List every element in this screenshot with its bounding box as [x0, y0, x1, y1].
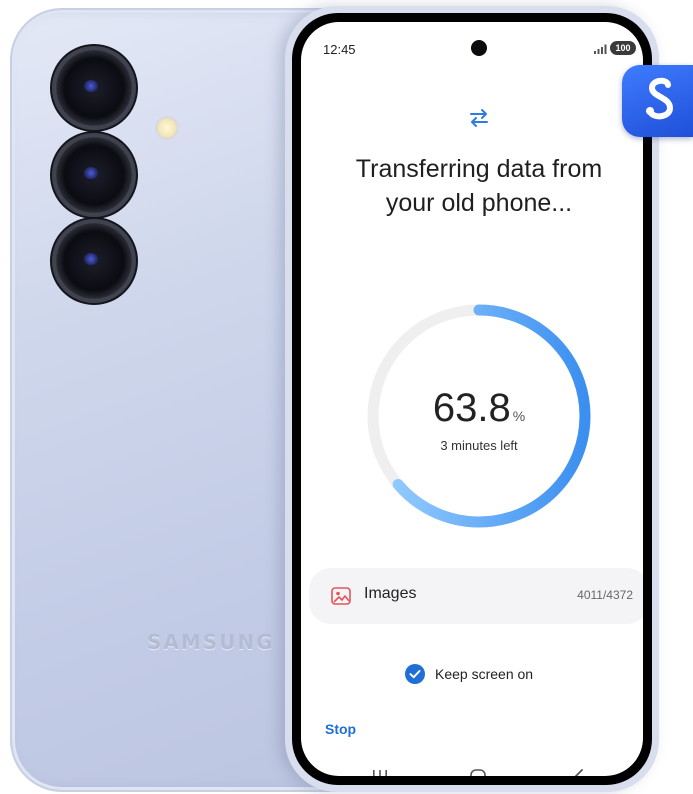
smart-switch-app-icon[interactable] [622, 65, 693, 137]
percent-value: 63.8 [432, 386, 511, 430]
percent-sign: % [512, 408, 526, 424]
title-line: your old phone... [385, 189, 573, 217]
navigation-bar [301, 762, 643, 776]
checkmark-icon[interactable] [405, 664, 425, 684]
time-left: 3 minutes left [440, 438, 518, 453]
status-time: 12:45 [323, 42, 356, 57]
current-item-card: Images 4011/4372 [309, 568, 643, 624]
progress-percent: 63.8% [301, 386, 643, 431]
title-line: Transferring data from [355, 155, 603, 183]
smart-switch-glyph-icon [646, 77, 674, 120]
signal-icon [594, 44, 607, 54]
bezel: 12:45 100 Transferring data from your ol… [292, 13, 652, 785]
front-camera [471, 40, 487, 56]
transfer-arrows-icon [470, 109, 488, 127]
battery-icon: 100 [610, 41, 636, 55]
home-icon[interactable] [469, 768, 487, 776]
back-icon[interactable] [571, 768, 587, 776]
item-label: Images [364, 585, 417, 602]
phone-front: 12:45 100 Transferring data from your ol… [285, 6, 659, 792]
camera-lens-icon [56, 137, 132, 213]
flash-icon [157, 118, 177, 138]
keep-screen-on-label: Keep screen on [435, 666, 534, 682]
brand-logo: SAMSUNG [147, 630, 275, 654]
image-icon [331, 587, 351, 605]
item-count: 4011/4372 [577, 588, 633, 602]
camera-lens-icon [56, 223, 132, 299]
page-title: Transferring data from your old phone... [321, 152, 637, 220]
recents-icon[interactable] [371, 768, 389, 776]
camera-lens-icon [56, 50, 132, 126]
stop-button[interactable]: Stop [325, 721, 356, 737]
screen: 12:45 100 Transferring data from your ol… [301, 22, 643, 776]
